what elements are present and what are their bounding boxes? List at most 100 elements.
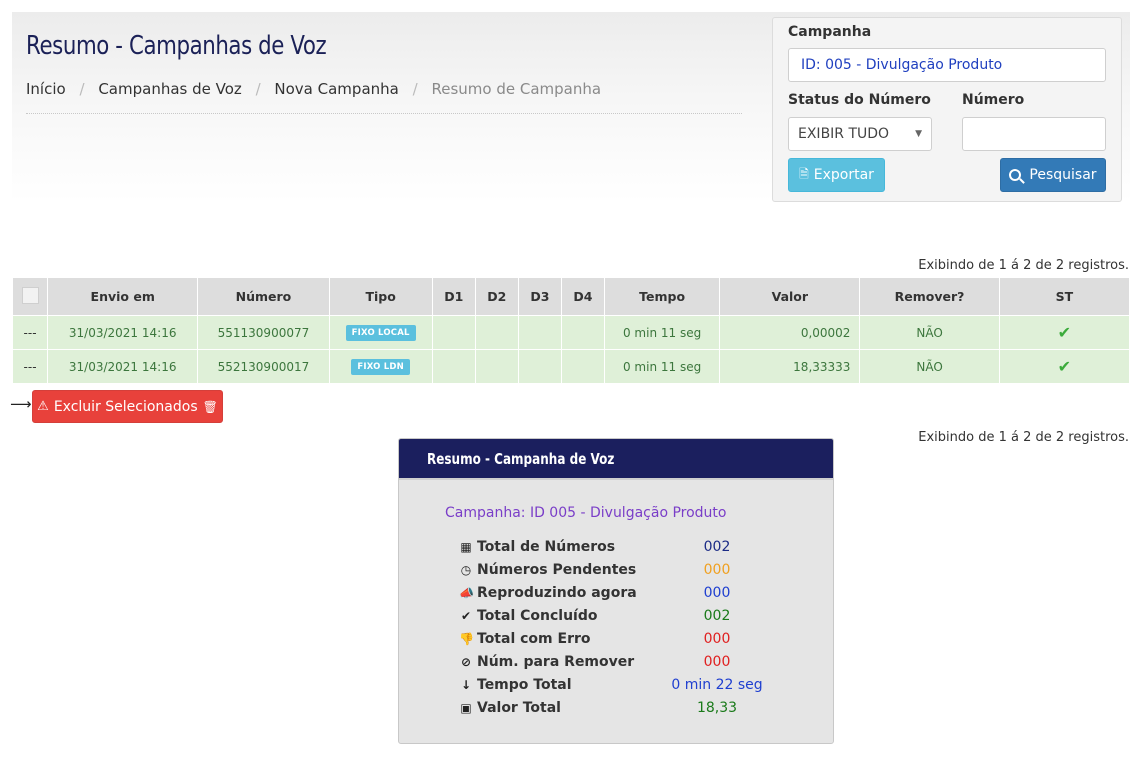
check-icon: ✔ [460,609,472,623]
status-cell: ✔ [998,315,1131,350]
number-label: Número [962,92,1025,108]
search-button-label: Pesquisar [1029,167,1097,183]
summary-label: Números Pendentes [477,562,637,578]
column-header[interactable]: ST [998,277,1131,316]
page-title: Resumo - Campanhas de Voz [26,31,327,61]
summary-label: Total Concluído [477,608,598,624]
summary-label: Reproduzindo agora [477,585,637,601]
summary-value: 000 [703,562,731,578]
numero-cell: 551130900077 [197,315,330,350]
status-label: Status do Número [788,92,931,108]
export-button[interactable]: 🗎 Exportar [788,158,885,192]
envio-cell: 31/03/2021 14:16 [47,315,199,350]
column-header[interactable]: Tipo [328,277,433,316]
megaphone-icon: 📣 [459,586,474,600]
export-button-label: Exportar [813,167,874,183]
search-icon [1009,169,1026,184]
row-select[interactable]: --- [11,315,49,350]
clock-icon: ◷ [460,563,472,577]
tipo-badge: FIXO LOCAL [345,325,416,341]
summary-value: 000 [703,654,731,670]
summary-header: Resumo - Campanha de Voz [399,439,833,480]
summary-label: Núm. para Remover [477,654,635,670]
calls-table: Envio em Número Tipo D1 D2 D3 D4 Tempo V… [11,277,1131,384]
column-header[interactable]: D2 [474,277,519,316]
breadcrumb: Início / Campanhas de Voz / Nova Campanh… [26,80,601,98]
records-info-bottom: Exibindo de 1 á 2 de 2 registros. [918,430,1129,445]
column-header[interactable]: D4 [560,277,605,316]
select-all-header[interactable] [11,277,49,316]
breadcrumb-campanhas-de-voz[interactable]: Campanhas de Voz [98,80,241,98]
breadcrumb-separator: / [255,80,261,98]
d4-cell [560,349,605,384]
summary-numeros-pendentes: ◷ Números Pendentes 000 [459,562,819,582]
column-header[interactable]: Valor [719,277,861,316]
select-all-checkbox[interactable] [21,286,39,304]
status-cell: ✔ [998,349,1131,384]
d3-cell [517,315,562,350]
remover-cell: NÃO [859,315,1000,350]
summary-title: Resumo - Campanha de Voz [427,449,615,468]
breadcrumb-separator: / [412,80,418,98]
number-input[interactable] [962,117,1106,151]
search-button[interactable]: Pesquisar [1000,158,1106,192]
breadcrumb-inicio[interactable]: Início [26,80,66,98]
sort-numeric-icon: ↓ [460,678,472,692]
d3-cell [517,349,562,384]
column-header[interactable]: D3 [517,277,562,316]
d2-cell [474,349,519,384]
column-header[interactable]: Tempo [603,277,721,316]
tempo-cell: 0 min 11 seg [603,349,721,384]
d1-cell [431,315,476,350]
summary-value: 18,33 [696,700,738,716]
delete-selected-label: Excluir Selecionados [53,398,198,415]
d4-cell [560,315,605,350]
summary-reproduzindo: 📣 Reproduzindo agora 000 [459,585,819,605]
tipo-cell: FIXO LDN [328,349,433,384]
column-header[interactable]: Remover? [859,277,1000,316]
ban-icon: ⊘ [460,655,472,669]
arrow-right-icon: ⟶ [10,395,32,413]
remover-cell: NÃO [859,349,1000,384]
summary-value: 000 [703,585,731,601]
warning-icon: ⚠ [37,399,49,414]
summary-value: 000 [703,631,731,647]
status-select[interactable]: EXIBIR TUDO ▼ [788,117,932,151]
breadcrumb-separator: / [79,80,85,98]
chevron-down-icon: ▼ [915,129,922,139]
check-icon: ✔ [1057,323,1072,342]
row-select[interactable]: --- [11,349,49,384]
table-icon: ▦ [460,540,472,554]
money-icon: ▣ [460,701,472,715]
column-header[interactable]: Envio em [47,277,199,316]
d2-cell [474,315,519,350]
summary-value: 0 min 22 seg [671,677,763,693]
column-header[interactable]: D1 [431,277,476,316]
campaign-field[interactable]: ID: 005 - Divulgação Produto [788,48,1106,82]
valor-cell: 0,00002 [719,315,861,350]
summary-tempo-total: ↓ Tempo Total 0 min 22 seg [459,677,819,697]
summary-campaign: Campanha: ID 005 - Divulgação Produto [445,505,727,521]
filter-panel: Campanha ID: 005 - Divulgação Produto St… [772,17,1122,202]
table-row[interactable]: --- 31/03/2021 14:16 552130900017 FIXO L… [11,349,1131,384]
header-divider [26,113,742,114]
tipo-badge: FIXO LDN [351,359,410,375]
valor-cell: 18,33333 [719,349,861,384]
tipo-cell: FIXO LOCAL [328,315,433,350]
check-icon: ✔ [1057,357,1072,376]
summary-valor-total: ▣ Valor Total 18,33 [459,700,819,720]
records-info-top: Exibindo de 1 á 2 de 2 registros. [918,258,1129,273]
table-header-row: Envio em Número Tipo D1 D2 D3 D4 Tempo V… [11,277,1131,316]
breadcrumb-nova-campanha[interactable]: Nova Campanha [274,80,398,98]
summary-total-erro: 👎 Total com Erro 000 [459,631,819,651]
summary-value: 002 [703,608,731,624]
summary-label: Tempo Total [477,677,572,693]
trash-icon: 🗑 [202,399,218,414]
table-row[interactable]: --- 31/03/2021 14:16 551130900077 FIXO L… [11,315,1131,350]
delete-selected-button[interactable]: ⚠ Excluir Selecionados 🗑 [32,390,223,423]
numero-cell: 552130900017 [197,349,330,384]
breadcrumb-resumo-de-campanha: Resumo de Campanha [431,80,602,98]
status-select-value: EXIBIR TUDO [798,126,890,142]
column-header[interactable]: Número [197,277,330,316]
thumbs-down-icon: 👎 [459,632,474,646]
